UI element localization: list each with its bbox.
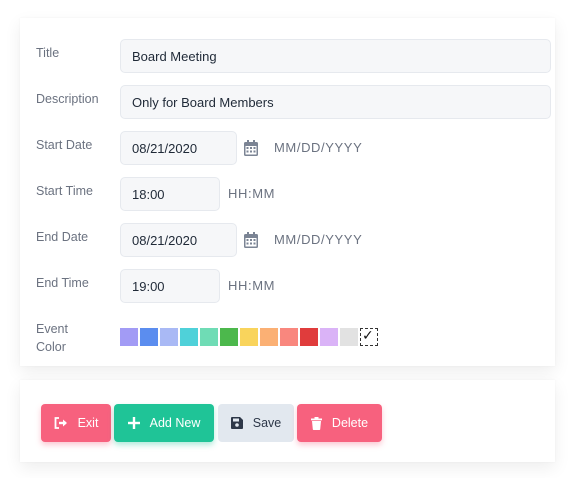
color-swatch[interactable]: ✓ — [360, 328, 378, 346]
start-date-label: Start Date — [36, 138, 93, 152]
start-date-format-hint: MM/DD/YYYY — [274, 140, 363, 155]
event-color-label-line1: Event — [36, 322, 68, 336]
end-time-format-hint: HH:MM — [228, 278, 276, 293]
description-label: Description — [36, 92, 99, 106]
trash-icon — [310, 416, 322, 430]
start-date-input[interactable]: 08/21/2020 — [120, 131, 237, 165]
color-swatch[interactable] — [300, 328, 318, 346]
calendar-icon[interactable] — [244, 232, 258, 248]
end-date-format-hint: MM/DD/YYYY — [274, 232, 363, 247]
start-time-label: Start Time — [36, 184, 93, 198]
color-swatch[interactable] — [180, 328, 198, 346]
color-swatch[interactable] — [220, 328, 238, 346]
exit-button-label: Exit — [77, 416, 99, 430]
end-date-label: End Date — [36, 230, 89, 244]
event-color-label-line2: Color — [36, 340, 66, 354]
color-swatch[interactable] — [260, 328, 278, 346]
end-date-input[interactable]: 08/21/2020 — [120, 223, 237, 257]
add-new-button-label: Add New — [149, 416, 201, 430]
exit-button[interactable]: Exit — [41, 404, 111, 442]
color-swatch[interactable] — [340, 328, 358, 346]
event-color-label: Event Color — [36, 320, 68, 356]
color-swatch[interactable] — [200, 328, 218, 346]
floppy-disk-icon — [230, 417, 243, 429]
color-swatch[interactable] — [120, 328, 138, 346]
color-swatch[interactable] — [140, 328, 158, 346]
end-time-label: End Time — [36, 276, 89, 290]
save-button-label: Save — [252, 416, 282, 430]
color-swatch[interactable] — [160, 328, 178, 346]
delete-button[interactable]: Delete — [297, 404, 382, 442]
start-time-format-hint: HH:MM — [228, 186, 276, 201]
color-swatch[interactable] — [240, 328, 258, 346]
event-form-card: Title Board Meeting Description Only for… — [20, 18, 555, 366]
checkmark-icon: ✓ — [362, 328, 374, 344]
color-swatch[interactable] — [320, 328, 338, 346]
end-time-input[interactable]: 19:00 — [120, 269, 220, 303]
action-bar: Exit Add New Save Delete — [20, 380, 555, 462]
sign-out-icon — [54, 417, 67, 429]
color-swatch[interactable] — [280, 328, 298, 346]
start-time-input[interactable]: 18:00 — [120, 177, 220, 211]
delete-button-label: Delete — [331, 416, 369, 430]
title-input[interactable]: Board Meeting — [120, 39, 551, 73]
plus-icon — [127, 417, 140, 429]
calendar-icon[interactable] — [244, 140, 258, 156]
title-label: Title — [36, 46, 60, 60]
add-new-button[interactable]: Add New — [114, 404, 214, 442]
color-swatch-list: ✓ — [120, 328, 378, 346]
save-button[interactable]: Save — [218, 404, 294, 442]
description-input[interactable]: Only for Board Members — [120, 85, 551, 119]
